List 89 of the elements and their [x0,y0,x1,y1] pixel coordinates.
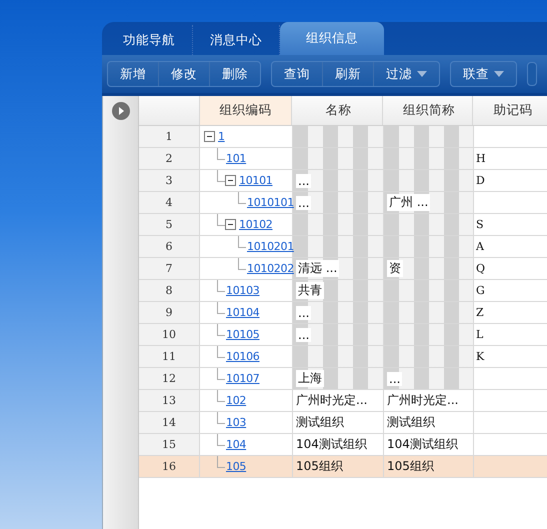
table-row[interactable]: 10 10105 ... L [139,324,547,346]
table-cell: 105组织 [384,456,474,477]
code-link[interactable]: 101 [225,152,246,165]
row-number: 1 [139,126,200,147]
table-cell-text: Z [475,306,484,319]
code-link[interactable]: 10106 [225,350,260,363]
table-cell: 测试组织 [293,412,384,433]
column-header[interactable]: 组织编码 [200,96,292,125]
collapse-toggle[interactable] [225,175,236,186]
table-row[interactable]: 4 1010101 ... 广州 ... [139,192,547,214]
collapse-toggle[interactable] [225,219,236,230]
table-row[interactable]: 7 1010202 清远 ... 资 Q [139,258,547,280]
toolbar-button[interactable]: 刷新 [323,62,374,86]
table-cell: 105组织 [293,456,384,477]
table-cell-text: H [475,152,486,165]
table-cell-text: G [475,284,485,297]
row-number: 10 [139,324,200,345]
toolbar-button[interactable]: 新增 [108,62,159,86]
table-cell-text: Q [475,262,486,275]
toolbar-button[interactable]: 删除 [210,62,260,86]
table-cell: ... [296,306,312,320]
table-cell: ... [296,328,312,342]
code-link[interactable]: 102 [225,394,246,407]
tab[interactable]: 组织信息 [280,22,384,55]
column-header[interactable]: 助记码 [473,96,547,125]
row-number: 11 [139,346,200,367]
table-cell: ... [387,372,402,386]
table-cell-text: K [475,350,484,363]
table-row[interactable]: 1 1 [139,126,547,148]
column-header[interactable]: 组织简称 [383,96,473,125]
row-number: 12 [139,368,200,389]
code-link[interactable]: 1 [217,130,225,143]
table-row[interactable]: 16 105 105组织 105组织 [139,456,547,478]
table-cell: 清远 ... [296,260,340,277]
table-cell: 104测试组织 [384,434,474,455]
code-link[interactable]: 103 [225,416,246,429]
table-row[interactable]: 6 1010201 A [139,236,547,258]
row-number: 6 [139,236,200,257]
code-link[interactable]: 10105 [225,328,260,341]
table-row[interactable]: 8 10103 共青 G [139,280,547,302]
table-cell-text: A [475,240,484,253]
code-link[interactable]: 10103 [225,284,260,297]
row-number: 3 [139,170,200,191]
table-row[interactable]: 13 102 广州时光定... 广州时光定... [139,390,547,412]
toolbar-button[interactable]: 过滤 [374,62,439,86]
toolbar-button[interactable]: 联查 [451,62,516,86]
code-link[interactable]: 10102 [238,218,272,231]
collapse-toggle[interactable] [204,131,215,142]
table-cell: ... [296,196,312,210]
table-cell: 上海 [296,370,324,387]
row-number: 14 [139,412,200,433]
code-link[interactable]: 1010101 [246,196,294,209]
table-row[interactable]: 11 10106 K [139,346,547,368]
table-cell-text: D [475,174,485,187]
table-row[interactable]: 5 10102 S [139,214,547,236]
table-cell: 104测试组织 [293,434,384,455]
toolbar-button[interactable]: 查询 [272,62,323,86]
table-cell-text: L [475,328,484,341]
table-row[interactable]: 12 10107 上海 ... [139,368,547,390]
table-row[interactable]: 3 10101 ... D [139,170,547,192]
table-cell-text: S [475,218,484,231]
row-number: 7 [139,258,200,279]
code-link[interactable]: 10107 [225,372,260,385]
row-number: 2 [139,148,200,169]
row-number: 5 [139,214,200,235]
row-number: 4 [139,192,200,213]
play-icon[interactable] [112,102,130,120]
code-link[interactable]: 105 [225,460,246,473]
row-number: 13 [139,390,200,411]
toolbar-button[interactable]: 修改 [159,62,210,86]
code-link[interactable]: 1010201 [246,240,294,253]
table-cell: 共青 [296,282,324,299]
column-header[interactable]: 名称 [292,96,383,125]
code-link[interactable]: 104 [225,438,246,451]
table-row[interactable]: 14 103 测试组织 测试组织 [139,412,547,434]
table-cell: 广州时光定... [384,390,474,411]
table-row[interactable]: 9 10104 ... Z [139,302,547,324]
row-number: 15 [139,434,200,455]
table-cell: 广州时光定... [293,390,384,411]
code-link[interactable]: 10104 [225,306,260,319]
table-cell: 测试组织 [384,412,474,433]
table-cell: ... [296,174,312,188]
table-row[interactable]: 2 101 H [139,148,547,170]
row-number: 9 [139,302,200,323]
row-number: 8 [139,280,200,301]
code-link[interactable]: 10101 [238,174,272,187]
table-cell: 广州 ... [387,194,430,211]
table-cell: 资 [387,260,403,277]
code-link[interactable]: 1010202 [246,262,294,275]
